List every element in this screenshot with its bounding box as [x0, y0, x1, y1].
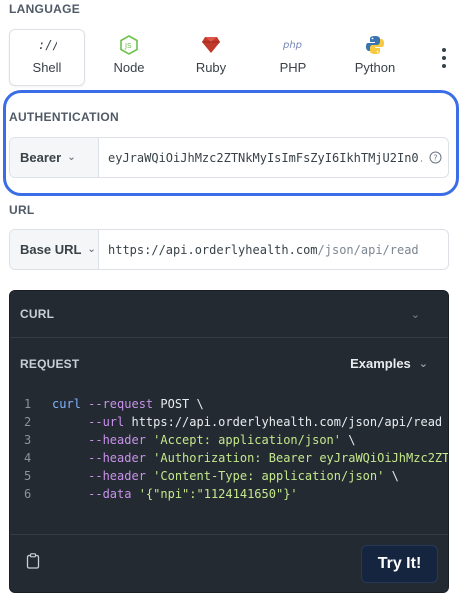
auth-input-group: Bearer ⌄ eyJraWQiOiJhMzc2ZTNkMyIsImFsZyI…	[9, 137, 449, 178]
line-number: 6	[24, 487, 32, 501]
auth-scheme-select[interactable]: Bearer ⌄	[10, 138, 99, 177]
code-token: POST \	[160, 397, 204, 411]
more-vertical-icon[interactable]	[434, 43, 454, 73]
svg-text:?: ?	[433, 154, 437, 163]
tab-node[interactable]: JS Node	[91, 29, 167, 86]
base-url-select[interactable]: Base URL ⌄	[10, 230, 99, 269]
curl-label: CURL	[20, 307, 55, 321]
chevron-down-icon: ⌄	[87, 244, 96, 255]
request-label: REQUEST	[20, 356, 80, 371]
help-icon[interactable]: ?	[422, 151, 448, 164]
code-line: 5 --header 'Content-Type: application/js…	[24, 467, 448, 485]
code-token: --data	[88, 487, 139, 501]
code-token: \	[341, 433, 356, 447]
svg-text:://: ://	[38, 38, 57, 52]
authentication-label: AUTHENTICATION	[9, 110, 119, 124]
url-field[interactable]: https://api.orderlyhealth.com/json/api/r…	[99, 243, 448, 257]
try-it-button[interactable]: Try It!	[361, 544, 438, 583]
line-number: 4	[24, 451, 32, 465]
code-token: --request	[88, 397, 161, 411]
php-icon: php	[282, 34, 304, 56]
line-number: 5	[24, 469, 32, 483]
code-token: 'Accept: application/json'	[153, 433, 341, 447]
tab-label: Node	[113, 60, 145, 75]
tab-python[interactable]: Python	[337, 29, 413, 86]
code-token: 'Content-Type: application/json'	[153, 469, 385, 483]
ruby-gem-icon	[201, 34, 221, 56]
tab-shell[interactable]: :// Shell	[9, 29, 85, 86]
line-number: 3	[24, 433, 32, 447]
tab-label: PHP	[279, 60, 307, 75]
url-path: /json/api/read	[317, 242, 419, 257]
tab-label: Shell	[32, 60, 62, 75]
url-input-group: Base URL ⌄ https://api.orderlyhealth.com…	[9, 229, 449, 270]
url-label: URL	[9, 203, 35, 217]
code-line: 3 --header 'Accept: application/json' \	[24, 431, 448, 449]
svg-text:php: php	[282, 40, 302, 51]
language-label: LANGUAGE	[9, 2, 81, 16]
code-token: curl	[52, 397, 89, 411]
code-token: https://api.orderlyhealth.com/json/api/r…	[131, 415, 443, 429]
svg-text:JS: JS	[124, 42, 132, 50]
code-token: --url	[88, 415, 132, 429]
python-icon	[365, 34, 385, 56]
panel-footer: Try It!	[10, 534, 448, 592]
code-token: '{"npi":"1124141650"}'	[138, 487, 298, 501]
chevron-down-icon: ⌄	[410, 308, 420, 321]
nodejs-icon: JS	[120, 34, 138, 56]
clipboard-icon[interactable]	[26, 553, 40, 574]
terminal-icon: ://	[37, 34, 57, 56]
examples-dropdown[interactable]: Examples ⌄	[350, 356, 428, 371]
code-token: --header	[88, 451, 154, 465]
line-number: 2	[24, 415, 32, 429]
code-token: --header	[88, 469, 154, 483]
request-row: REQUEST Examples ⌄	[20, 356, 428, 371]
bearer-token-input[interactable]: eyJraWQiOiJhMzc2ZTNkMyIsImFsZyI6IkhTMjU2…	[99, 151, 422, 165]
code-line: 6 --data '{"npi":"1124141650"}'	[24, 485, 448, 503]
chevron-down-icon: ⌄	[67, 152, 76, 163]
code-line: 2 --url https://api.orderlyhealth.com/js…	[24, 413, 448, 431]
tab-label: Ruby	[195, 60, 227, 75]
request-code-panel: CURL ⌄ REQUEST Examples ⌄ 1 curl --reques…	[9, 290, 449, 593]
code-token: 'Authorization: Bearer eyJraWQiOiJhMzc2Z…	[153, 451, 449, 465]
code-line: 1 curl --request POST \	[24, 395, 448, 413]
code-block[interactable]: 1 curl --request POST \ 2 --url https://ap…	[24, 395, 448, 503]
auth-scheme-label: Bearer	[20, 150, 62, 165]
tab-php[interactable]: php PHP	[255, 29, 331, 86]
language-tabs: :// Shell JS Node Ruby php PHP Python	[9, 29, 454, 87]
tab-ruby[interactable]: Ruby	[173, 29, 249, 86]
curl-header[interactable]: CURL ⌄	[10, 291, 448, 338]
examples-label: Examples	[350, 356, 411, 371]
code-line: 4 --header 'Authorization: Bearer eyJraW…	[24, 449, 448, 467]
tab-label: Python	[354, 60, 396, 75]
base-url-label: Base URL	[20, 242, 82, 257]
line-number: 1	[24, 397, 32, 411]
code-token: --header	[88, 433, 154, 447]
url-host: https://api.orderlyhealth.com	[108, 242, 318, 257]
code-token: \	[384, 469, 399, 483]
chevron-down-icon: ⌄	[418, 358, 428, 370]
